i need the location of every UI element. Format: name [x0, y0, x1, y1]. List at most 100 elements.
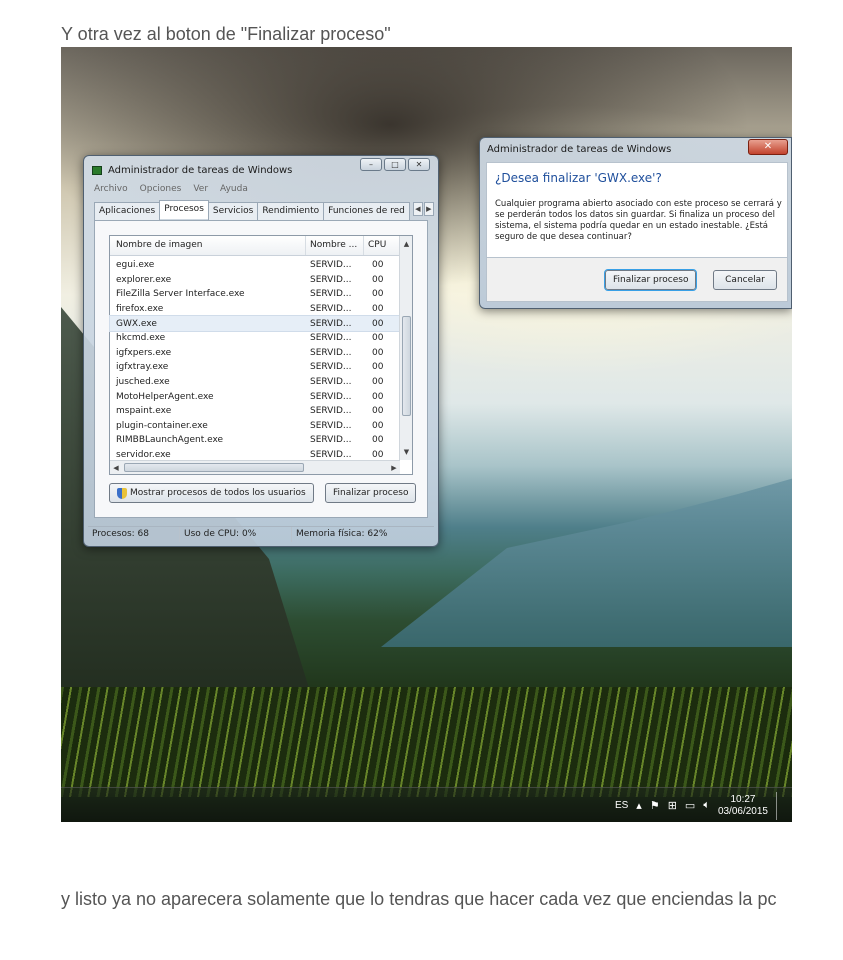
- tab-funciones-de-red[interactable]: Funciones de red: [323, 202, 410, 221]
- process-row[interactable]: igfxpers.exe SERVID... 00: [110, 346, 400, 361]
- column-header-name[interactable]: Nombre de imagen: [110, 236, 306, 255]
- end-process-button[interactable]: Finalizar proceso: [325, 483, 417, 503]
- task-manager-titlebar[interactable]: Administrador de tareas de Windows: [92, 162, 292, 178]
- task-manager-app-icon: [92, 165, 102, 175]
- tab-scroll-arrows: ◀ ▶: [412, 202, 434, 221]
- process-row[interactable]: explorer.exe SERVID... 00: [110, 273, 400, 288]
- process-cpu: 00: [372, 362, 384, 373]
- process-cpu: 00: [372, 260, 384, 271]
- tab-aplicaciones[interactable]: Aplicaciones: [94, 202, 161, 221]
- taskbar: ES ▴ ⚑ ⊞ ▭ 🔈︎ 10:27 03/06/2015: [61, 787, 792, 822]
- process-row[interactable]: RIMBBLaunchAgent.exe SERVID... 00: [110, 433, 400, 448]
- task-manager-title: Administrador de tareas de Windows: [108, 164, 293, 176]
- show-desktop-button[interactable]: [776, 791, 784, 820]
- dialog-close-button[interactable]: ✕: [748, 139, 788, 155]
- horizontal-scroll-thumb[interactable]: [124, 463, 304, 472]
- dialog-message: Cualquier programa abierto asociado con …: [495, 199, 782, 242]
- scroll-down-icon[interactable]: ▼: [400, 446, 413, 458]
- process-list[interactable]: Nombre de imagen Nombre ... CPU egui.exe…: [109, 235, 413, 475]
- process-cpu: 00: [372, 318, 384, 329]
- show-hidden-icons-icon[interactable]: ▴: [636, 799, 642, 812]
- vertical-scrollbar[interactable]: ▲ ▼: [399, 236, 412, 460]
- tab-procesos[interactable]: Procesos: [159, 200, 209, 219]
- task-manager-window: Administrador de tareas de Windows – □ ✕…: [83, 155, 439, 547]
- status-bar: Procesos: 68 Uso de CPU: 0% Memoria físi…: [88, 526, 434, 542]
- process-user: SERVID...: [310, 362, 352, 373]
- window-buttons: – □ ✕: [360, 158, 430, 171]
- show-all-users-button[interactable]: Mostrar procesos de todos los usuarios: [109, 483, 314, 503]
- maximize-button[interactable]: □: [384, 158, 406, 171]
- process-user: SERVID...: [310, 435, 352, 446]
- dialog-confirm-button[interactable]: Finalizar proceso: [603, 269, 698, 291]
- show-all-users-label: Mostrar procesos de todos los usuarios: [130, 488, 306, 498]
- scroll-up-icon[interactable]: ▲: [400, 238, 413, 250]
- tab-strip: Aplicaciones Procesos Servicios Rendimie…: [94, 200, 434, 221]
- process-name: RIMBBLaunchAgent.exe: [116, 435, 224, 446]
- close-button[interactable]: ✕: [408, 158, 430, 171]
- menu-archivo[interactable]: Archivo: [94, 184, 128, 194]
- tab-rendimiento[interactable]: Rendimiento: [257, 202, 325, 221]
- process-cpu: 00: [372, 347, 384, 358]
- process-name: explorer.exe: [116, 274, 172, 285]
- process-row[interactable]: firefox.exe SERVID... 00: [110, 302, 400, 317]
- process-row[interactable]: plugin-container.exe SERVID... 00: [110, 419, 400, 434]
- dialog-body: ¿Desea finalizar 'GWX.exe'? Cualquier pr…: [486, 162, 788, 258]
- uac-shield-icon: [117, 487, 127, 499]
- horizontal-scrollbar[interactable]: ◀ ▶: [110, 460, 400, 474]
- status-process-count: Procesos: 68: [88, 527, 180, 542]
- process-cpu: 00: [372, 420, 384, 431]
- process-cpu: 00: [372, 333, 384, 344]
- action-center-flag-icon[interactable]: ⚑: [650, 799, 660, 812]
- process-cpu: 00: [372, 274, 384, 285]
- process-cpu: 00: [372, 450, 384, 461]
- process-name: hkcmd.exe: [116, 333, 166, 344]
- process-row[interactable]: GWX.exe SERVID... 00: [109, 315, 401, 332]
- status-cpu-usage: Uso de CPU: 0%: [180, 527, 292, 542]
- vertical-scroll-thumb[interactable]: [402, 316, 411, 416]
- desktop-screenshot: Administrador de tareas de Windows – □ ✕…: [61, 47, 792, 822]
- windows-logo-icon[interactable]: ⊞: [668, 799, 677, 812]
- process-user: SERVID...: [310, 391, 352, 402]
- process-cpu: 00: [372, 377, 384, 388]
- landscape-grass: [61, 687, 792, 797]
- volume-icon[interactable]: 🔈︎: [703, 799, 710, 812]
- process-name: MotoHelperAgent.exe: [116, 391, 214, 402]
- minimize-button[interactable]: –: [360, 158, 382, 171]
- clock[interactable]: 10:27 03/06/2015: [718, 794, 768, 818]
- process-row[interactable]: igfxtray.exe SERVID... 00: [110, 360, 400, 375]
- process-user: SERVID...: [310, 260, 352, 271]
- process-row[interactable]: mspaint.exe SERVID... 00: [110, 404, 400, 419]
- network-icon[interactable]: ▭: [685, 799, 695, 812]
- processes-panel: Nombre de imagen Nombre ... CPU egui.exe…: [94, 220, 428, 518]
- process-row[interactable]: jusched.exe SERVID... 00: [110, 375, 400, 390]
- column-header-user[interactable]: Nombre ...: [306, 236, 364, 255]
- process-name: mspaint.exe: [116, 406, 172, 417]
- process-rows: egui.exe SERVID... 00 explorer.exe SERVID...…: [109, 258, 401, 462]
- scroll-right-icon[interactable]: ▶: [388, 461, 400, 475]
- system-tray: ES ▴ ⚑ ⊞ ▭ 🔈︎ 10:27 03/06/2015: [615, 788, 784, 822]
- process-name: servidor.exe: [116, 450, 171, 461]
- process-name: igfxtray.exe: [116, 362, 169, 373]
- clock-date: 03/06/2015: [717, 805, 768, 817]
- process-name: GWX.exe: [116, 318, 157, 329]
- menu-opciones[interactable]: Opciones: [140, 184, 182, 194]
- menu-ayuda[interactable]: Ayuda: [220, 184, 248, 194]
- process-cpu: 00: [372, 435, 384, 446]
- column-header-cpu[interactable]: CPU: [364, 236, 400, 255]
- menu-ver[interactable]: Ver: [193, 184, 208, 194]
- scroll-left-icon[interactable]: ◀: [110, 461, 122, 475]
- tab-scroll-left-icon[interactable]: ◀: [412, 202, 423, 216]
- process-row[interactable]: hkcmd.exe SERVID... 00: [110, 331, 400, 346]
- dialog-cancel-button[interactable]: Cancelar: [713, 270, 777, 290]
- dialog-heading: ¿Desea finalizar 'GWX.exe'?: [495, 171, 662, 185]
- process-row[interactable]: FileZilla Server Interface.exe SERVID... 0…: [110, 287, 400, 302]
- language-indicator[interactable]: ES: [615, 800, 628, 811]
- process-user: SERVID...: [310, 406, 352, 417]
- caption-top: Y otra vez al boton de "Finalizar proces…: [61, 24, 391, 44]
- process-user: SERVID...: [310, 289, 352, 300]
- process-row[interactable]: MotoHelperAgent.exe SERVID... 00: [110, 389, 400, 404]
- tab-scroll-right-icon[interactable]: ▶: [423, 202, 434, 216]
- process-row[interactable]: egui.exe SERVID... 00: [110, 258, 400, 273]
- process-cpu: 00: [372, 391, 384, 402]
- tab-servicios[interactable]: Servicios: [207, 202, 259, 221]
